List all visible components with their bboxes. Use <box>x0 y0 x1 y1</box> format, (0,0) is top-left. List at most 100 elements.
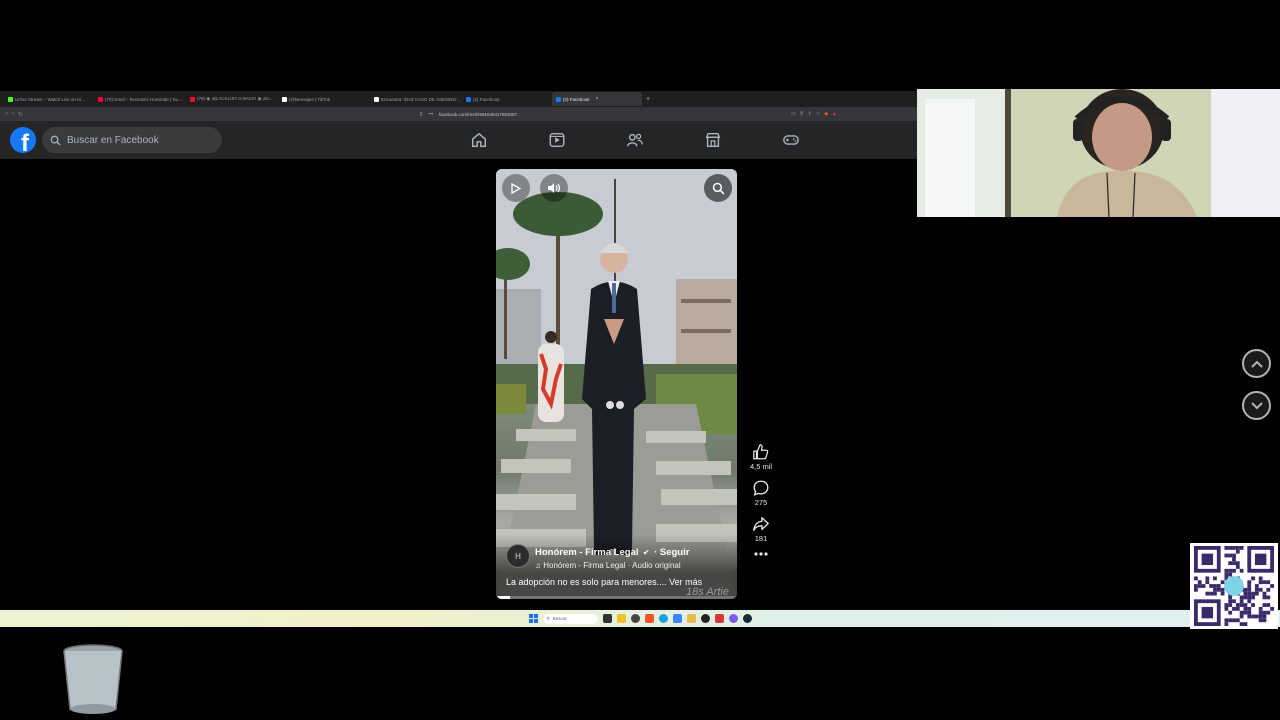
qr-code <box>1194 546 1274 626</box>
task-view-icon[interactable] <box>602 614 612 623</box>
browser-address-bar: ‹ › ↻ ▯ ⊶ facebook.com/reel/259164541785… <box>0 107 917 121</box>
edge-icon[interactable] <box>658 614 668 623</box>
browser-tab-active[interactable]: (2) Facebook × <box>552 92 642 106</box>
like-button[interactable]: 4,5 mil <box>750 443 772 471</box>
search-icon <box>50 135 61 146</box>
mute-button[interactable] <box>540 174 568 202</box>
share-button[interactable]: 181 <box>752 515 770 543</box>
browser-tab[interactable]: (2) Facebook <box>462 92 552 106</box>
steam-icon[interactable] <box>742 614 752 623</box>
tab-label: (2) Facebook <box>563 96 590 102</box>
comment-button[interactable]: 275 <box>752 479 770 507</box>
url-field[interactable]: ▯ ⊶ facebook.com/reel/2591645417853057 <box>420 111 517 117</box>
new-tab-button[interactable]: + <box>646 96 650 103</box>
back-icon[interactable]: ‹ <box>6 111 8 118</box>
facebook-logo[interactable]: f <box>10 127 36 153</box>
tab-label: Uchu! Stream – Watch Live on Ki… <box>15 96 86 102</box>
browser-tab[interactable]: Encuentra 'd4vd CASO DE ASESINO'… <box>370 92 462 106</box>
reel-author-text: Honórem - Firma Legal ✔ · Seguir ♫ Honór… <box>535 542 689 570</box>
reel-actions: 4,5 mil 275 181 <box>746 443 776 565</box>
reel-video[interactable]: H Honórem - Firma Legal ✔ · Seguir ♫ Hon… <box>496 169 737 599</box>
facebook-nav <box>465 121 805 159</box>
tab-favicon-icon <box>374 96 379 102</box>
store-icon[interactable] <box>672 614 682 623</box>
cast-icon[interactable]: ▭ <box>791 111 796 117</box>
facebook-header: f Buscar en Facebook <box>0 121 917 159</box>
tab-favicon-icon <box>282 96 287 102</box>
tab-label: (2)Mensajes | TikTok <box>289 96 331 102</box>
reel-progress-bar[interactable] <box>496 596 737 599</box>
webcam-overlay <box>917 89 1280 217</box>
app-icon[interactable] <box>728 614 738 623</box>
avatar-initial: H <box>515 551 521 561</box>
more-icon <box>754 552 768 556</box>
comment-count: 275 <box>754 498 768 507</box>
browser-tab[interactable]: Uchu! Stream – Watch Live on Ki… <box>4 92 94 106</box>
taskbar-search-input[interactable]: ⚲ Buscar <box>542 613 598 624</box>
tab-favicon-icon <box>466 96 471 102</box>
tab-label: Encuentra 'd4vd CASO DE ASESINO'… <box>381 96 462 102</box>
like-count: 4,5 mil <box>749 462 773 471</box>
tab-favicon-icon <box>556 96 561 102</box>
star-icon[interactable]: ☆ <box>816 111 820 117</box>
tab-favicon-icon <box>98 96 103 102</box>
forward-icon[interactable]: › <box>12 111 14 118</box>
verified-icon: ✔ <box>642 548 650 557</box>
search-input[interactable]: Buscar en Facebook <box>42 127 222 153</box>
video-icon[interactable] <box>543 126 571 154</box>
reel-progress-fill <box>496 596 511 599</box>
more-options-button[interactable] <box>753 551 769 557</box>
tab-favicon-icon <box>190 96 195 102</box>
rewards-icon[interactable]: ▲ <box>832 111 837 117</box>
windows-start-icon[interactable] <box>528 614 538 623</box>
screen: Uchu! Stream – Watch Live on Ki… (70) D4… <box>0 0 1280 720</box>
windows-taskbar: ⚲ Buscar <box>0 610 1280 627</box>
brave-icon[interactable] <box>644 614 654 623</box>
bookmark-icon[interactable]: ▯ <box>420 111 422 117</box>
search-icon <box>712 182 724 194</box>
play-icon <box>511 182 521 194</box>
browser-tab[interactable]: (70) D4vd – Romantic Homicide | Su… <box>94 92 186 106</box>
share-count: 181 <box>754 534 768 543</box>
brave-shield-icon[interactable]: ◆ <box>824 111 828 117</box>
home-icon[interactable] <box>465 126 493 154</box>
next-reel-button[interactable] <box>1242 391 1271 420</box>
reel-audio[interactable]: ♫ Honórem - Firma Legal · Audio original <box>535 561 689 570</box>
taskbar-search-label: Buscar <box>552 616 567 621</box>
app-icon[interactable] <box>714 614 724 623</box>
avatar[interactable]: H <box>506 544 530 568</box>
glass-overlay-image <box>63 644 123 714</box>
reel-audio-label: Honórem - Firma Legal · Audio original <box>543 561 681 570</box>
gaming-icon[interactable] <box>777 126 805 154</box>
browser-tab[interactable]: (78) ◉ ¡BLACKLIST is BACK! ◉ ¡Ev… <box>186 92 278 106</box>
app-icon[interactable] <box>630 614 640 623</box>
zoom-icon[interactable]: ⚲ <box>800 111 804 117</box>
file-explorer-icon[interactable] <box>616 614 626 623</box>
browser-tab[interactable]: (2)Mensajes | TikTok <box>278 92 370 106</box>
previous-reel-button[interactable] <box>1242 349 1271 378</box>
friends-icon[interactable] <box>621 126 649 154</box>
reel-search-button[interactable] <box>704 174 732 202</box>
follow-button[interactable]: · Seguir <box>654 547 689 558</box>
volume-icon <box>548 183 561 193</box>
marketplace-icon[interactable] <box>699 126 727 154</box>
comment-icon <box>753 480 769 496</box>
search-icon: ⚲ <box>546 615 550 621</box>
browser-tab-bar: Uchu! Stream – Watch Live on Ki… (70) D4… <box>0 91 917 107</box>
share-icon[interactable]: ⇪ <box>808 111 812 117</box>
extensions-area: ▭ ⚲ ⇪ ☆ ◆ ▲ <box>791 111 917 117</box>
site-info-icon[interactable]: ⊶ <box>428 111 433 117</box>
webcam-image <box>917 89 1280 217</box>
chevron-down-icon <box>1250 401 1263 409</box>
share-icon <box>753 517 769 531</box>
reload-icon[interactable]: ↻ <box>18 111 23 118</box>
play-button[interactable] <box>502 174 530 202</box>
search-placeholder: Buscar en Facebook <box>67 134 159 146</box>
photos-icon[interactable] <box>686 614 696 623</box>
chevron-up-icon <box>1250 360 1263 368</box>
close-tab-icon[interactable]: × <box>596 96 599 102</box>
reel-author-name[interactable]: Honórem - Firma Legal <box>535 547 638 558</box>
tab-label: (2) Facebook <box>473 96 500 102</box>
browser-nav-buttons: ‹ › ↻ <box>0 111 420 118</box>
obs-icon[interactable] <box>700 614 710 623</box>
